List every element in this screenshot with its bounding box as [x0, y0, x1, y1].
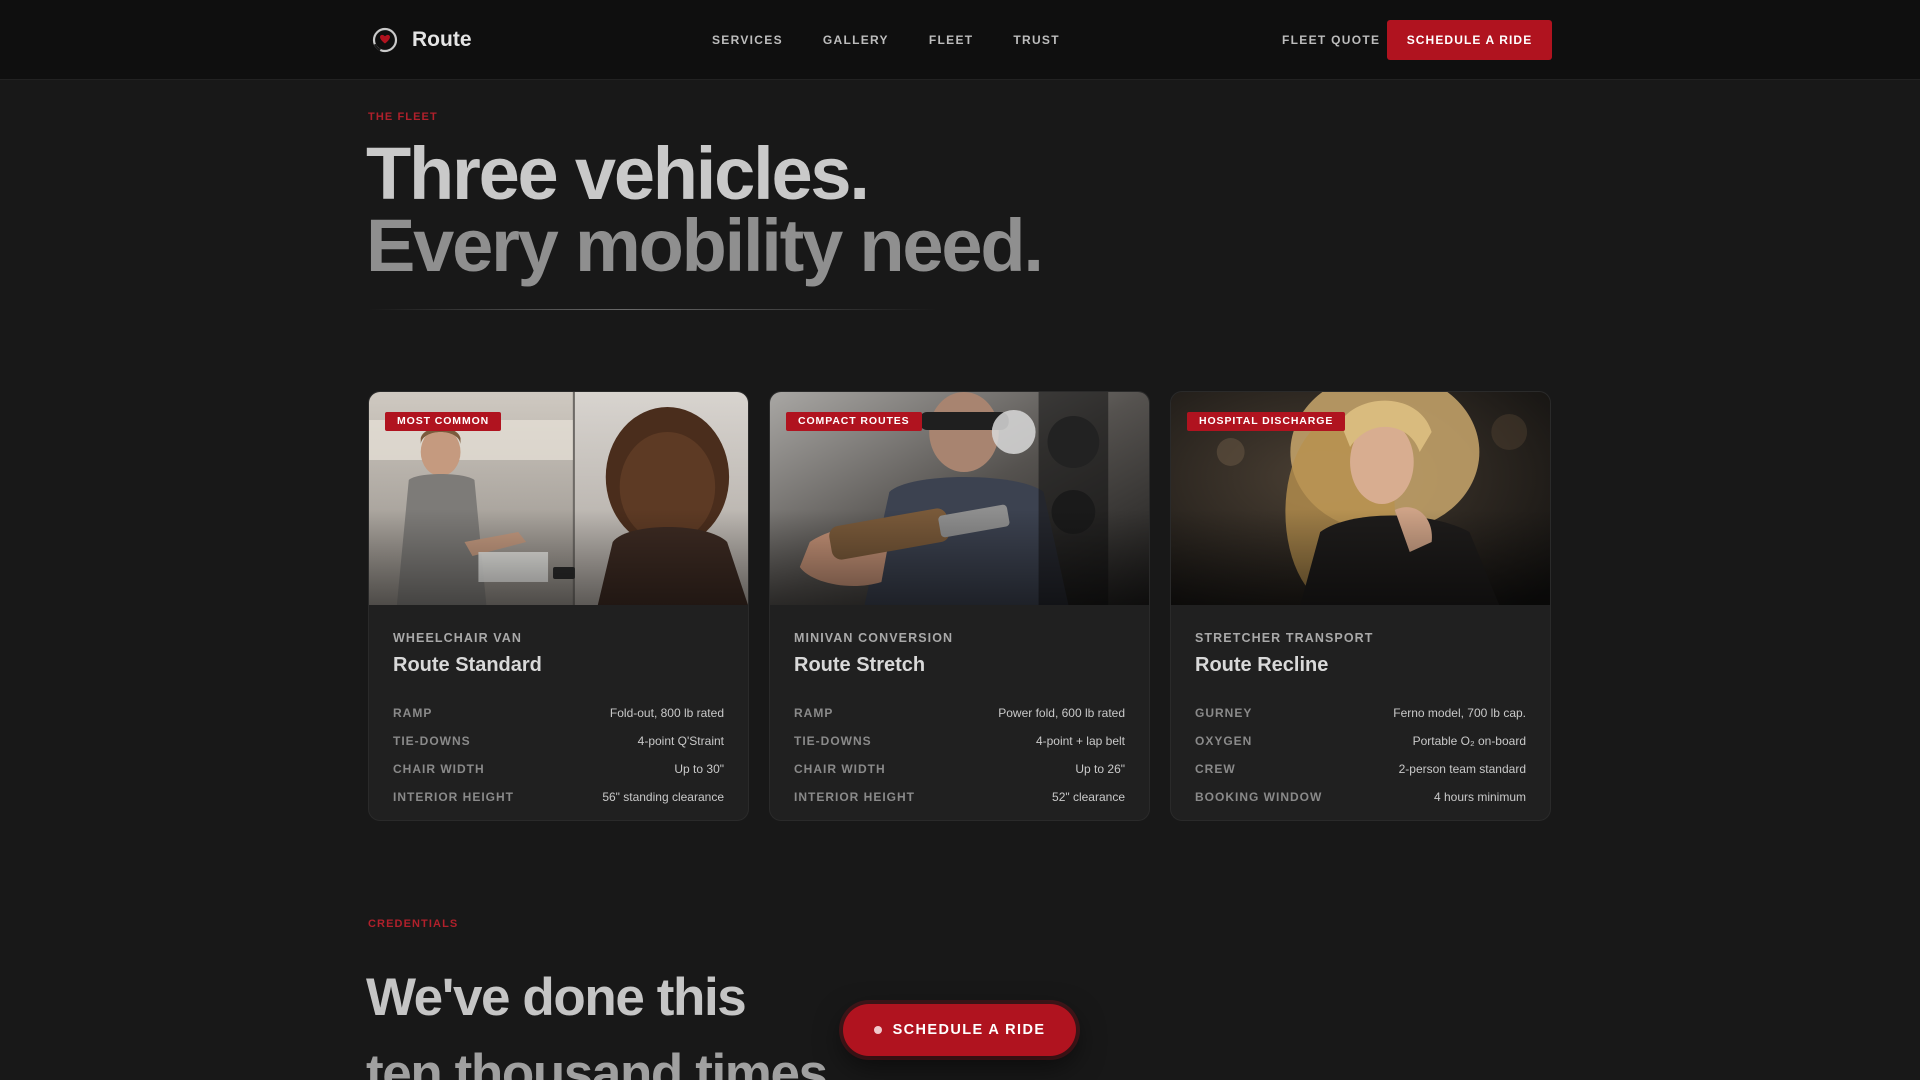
spec-row: CHAIR WIDTH Up to 30": [393, 755, 724, 783]
hero-title-line-1: Three vehicles.: [366, 132, 870, 215]
spec-key: GURNEY: [1195, 706, 1253, 720]
spec-value: Fold-out, 800 lb rated: [609, 706, 724, 720]
spec-value: 4-point Q'Straint: [637, 734, 724, 748]
spec-value: 52" clearance: [1052, 790, 1125, 804]
nav-links: SERVICES GALLERY FLEET TRUST: [712, 33, 1060, 47]
spec-value: 2-person team standard: [1398, 762, 1526, 776]
spec-key: INTERIOR HEIGHT: [794, 790, 916, 804]
top-nav: Route SERVICES GALLERY FLEET TRUST FLEET…: [0, 0, 1920, 80]
spec-key: RAMP: [794, 706, 834, 720]
card-body: WHEELCHAIR VAN Route Standard RAMP Fold-…: [393, 631, 724, 811]
card-badge: HOSPITAL DISCHARGE: [1187, 412, 1346, 431]
spec-row: INTERIOR HEIGHT 52" clearance: [794, 783, 1125, 811]
spec-key: CHAIR WIDTH: [794, 762, 886, 776]
card-title: Route Standard: [393, 654, 542, 676]
vehicle-card-standard[interactable]: MOST COMMON WHEELCHAIR VAN Route Standar…: [368, 391, 749, 821]
spec-list: RAMP Power fold, 600 lb rated TIE-DOWNS …: [794, 699, 1125, 811]
spec-row: OXYGEN Portable O₂ on-board: [1195, 727, 1526, 755]
vehicle-card-stretch[interactable]: COMPACT ROUTES MINIVAN CONVERSION Route …: [769, 391, 1150, 821]
spec-value: Ferno model, 700 lb cap.: [1393, 706, 1526, 720]
brand[interactable]: Route: [372, 25, 472, 55]
schedule-ride-button[interactable]: SCHEDULE A RIDE: [1387, 20, 1552, 60]
hero-title-line-2: Every mobility need.: [366, 204, 1044, 287]
credentials-title: We've done this ten thousand times.: [366, 960, 841, 1080]
spec-key: TIE-DOWNS: [794, 734, 872, 748]
spec-key: TIE-DOWNS: [393, 734, 471, 748]
floating-cta-label: SCHEDULE A RIDE: [892, 1022, 1046, 1038]
spec-list: RAMP Fold-out, 800 lb rated TIE-DOWNS 4-…: [393, 699, 724, 811]
spec-value: Portable O₂ on-board: [1412, 734, 1526, 748]
floating-schedule-ride-button[interactable]: SCHEDULE A RIDE: [843, 1004, 1076, 1056]
spec-row: TIE-DOWNS 4-point Q'Straint: [393, 727, 724, 755]
spec-list: GURNEY Ferno model, 700 lb cap. OXYGEN P…: [1195, 699, 1526, 811]
nav-link-trust[interactable]: TRUST: [1013, 33, 1060, 47]
card-kicker: STRETCHER TRANSPORT: [1195, 631, 1374, 645]
spec-value: 56" standing clearance: [602, 790, 724, 804]
hero-divider: [368, 309, 938, 310]
credentials-title-line-1: We've done this: [366, 968, 747, 1027]
spec-row: INTERIOR HEIGHT 56" standing clearance: [393, 783, 724, 811]
card-kicker: MINIVAN CONVERSION: [794, 631, 954, 645]
spec-key: RAMP: [393, 706, 433, 720]
spec-key: OXYGEN: [1195, 734, 1253, 748]
spec-key: INTERIOR HEIGHT: [393, 790, 515, 804]
spec-row: GURNEY Ferno model, 700 lb cap.: [1195, 699, 1526, 727]
spec-key: BOOKING WINDOW: [1195, 790, 1323, 804]
spec-value: 4-point + lap belt: [1035, 734, 1125, 748]
spec-key: CREW: [1195, 762, 1236, 776]
hero-title: Three vehicles. Every mobility need.: [366, 132, 1044, 287]
dot-icon: [873, 1026, 882, 1034]
spec-row: BOOKING WINDOW 4 hours minimum: [1195, 783, 1526, 811]
fleet-eyebrow: THE FLEET: [368, 111, 438, 123]
spec-row: RAMP Power fold, 600 lb rated: [794, 699, 1125, 727]
card-badge: COMPACT ROUTES: [786, 412, 922, 431]
card-body: MINIVAN CONVERSION Route Stretch RAMP Po…: [794, 631, 1125, 811]
vehicle-card-recline[interactable]: HOSPITAL DISCHARGE STRETCHER TRANSPORT R…: [1170, 391, 1551, 821]
card-body: STRETCHER TRANSPORT Route Recline GURNEY…: [1195, 631, 1526, 811]
card-kicker: WHEELCHAIR VAN: [393, 631, 523, 645]
credentials-eyebrow: CREDENTIALS: [368, 918, 459, 930]
credentials-title-line-2: ten thousand times.: [366, 1044, 841, 1080]
route-logo-icon: [372, 27, 398, 53]
brand-name: Route: [412, 28, 472, 51]
spec-value: Up to 26": [1075, 762, 1125, 776]
spec-row: CREW 2-person team standard: [1195, 755, 1526, 783]
fleet-quote-link[interactable]: FLEET QUOTE: [1282, 33, 1380, 47]
spec-row: CHAIR WIDTH Up to 26": [794, 755, 1125, 783]
card-badge: MOST COMMON: [385, 412, 502, 431]
card-title: Route Recline: [1195, 654, 1329, 676]
nav-link-gallery[interactable]: GALLERY: [823, 33, 889, 47]
spec-row: TIE-DOWNS 4-point + lap belt: [794, 727, 1125, 755]
spec-row: RAMP Fold-out, 800 lb rated: [393, 699, 724, 727]
nav-link-fleet[interactable]: FLEET: [929, 33, 974, 47]
vehicle-photo: COMPACT ROUTES: [770, 392, 1149, 605]
spec-value: Up to 30": [674, 762, 724, 776]
spec-value: 4 hours minimum: [1433, 790, 1526, 804]
spec-value: Power fold, 600 lb rated: [998, 706, 1125, 720]
vehicle-photo: HOSPITAL DISCHARGE: [1171, 392, 1550, 605]
card-title: Route Stretch: [794, 654, 926, 676]
nav-link-services[interactable]: SERVICES: [712, 33, 783, 47]
vehicle-photo: MOST COMMON: [369, 392, 748, 605]
spec-key: CHAIR WIDTH: [393, 762, 485, 776]
